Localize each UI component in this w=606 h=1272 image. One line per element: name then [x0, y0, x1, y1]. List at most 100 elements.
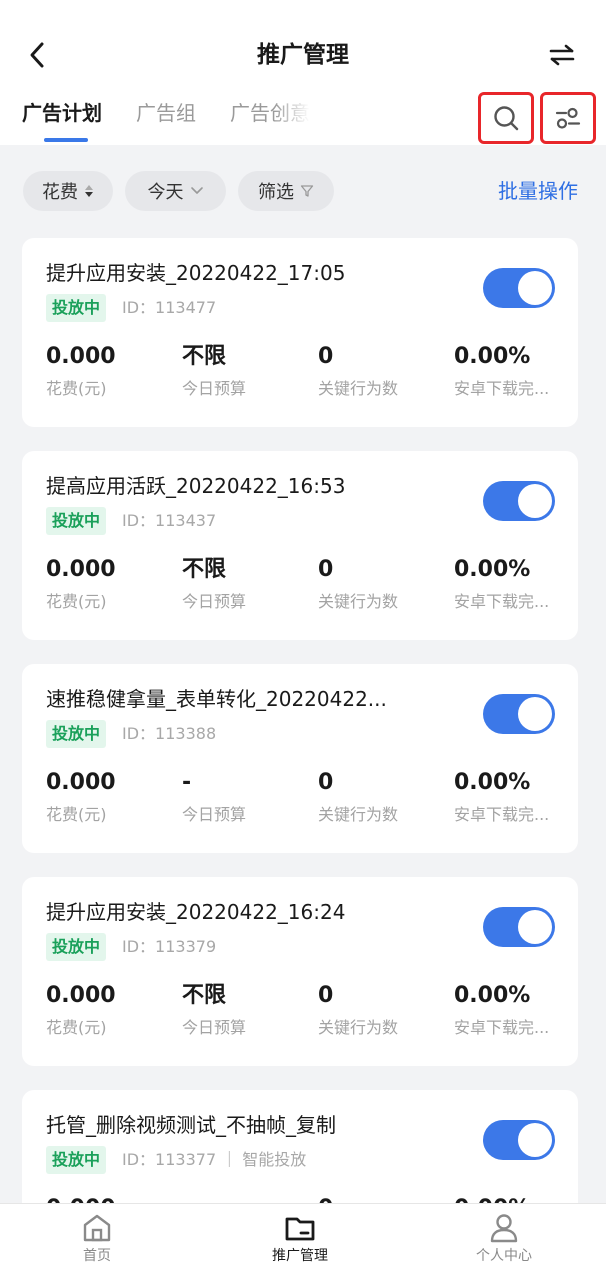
metric-value: 不限 — [182, 344, 227, 369]
toggle-knob — [518, 484, 552, 518]
toggle-knob — [518, 271, 552, 305]
tab-ad-creative[interactable]: 广告创意 — [230, 96, 310, 138]
campaign-toggle[interactable] — [483, 268, 555, 308]
home-icon — [83, 1214, 111, 1242]
back-arrow-icon — [30, 42, 44, 68]
search-icon — [494, 106, 519, 131]
filter-settings-button[interactable] — [540, 92, 596, 144]
campaign-id: ID：113477 — [122, 298, 217, 317]
campaign-id: ID：113379 — [122, 937, 217, 956]
metric-cost: 0.000 花费(元) — [46, 555, 116, 615]
filter-chip[interactable]: 筛选 — [238, 171, 334, 211]
metric-value: 0.000 — [46, 344, 116, 369]
campaign-toggle[interactable] — [483, 1120, 555, 1160]
nav-promotion-management[interactable]: 推广管理 — [240, 1210, 360, 1266]
metric-cost: 0.000 花费(元) — [46, 768, 116, 828]
metric-label: 今日预算 — [182, 1018, 247, 1037]
filter-label: 筛选 — [258, 182, 294, 203]
status-badge: 投放中 — [46, 720, 107, 748]
metric-value: 0.00% — [454, 983, 531, 1008]
metric-cost: 0.000 花费(元) — [46, 342, 116, 402]
sort-by-cost-chip[interactable]: 花费 — [23, 171, 113, 211]
switch-arrows-icon — [549, 44, 575, 66]
campaign-name: 托管_删除视频测试_不抽帧_复制 — [46, 1113, 336, 1137]
campaign-name: 提升应用安装_20220422_17:05 — [46, 261, 346, 285]
campaign-card[interactable]: 提高应用活跃_20220422_16:53 投放中 ID：113437 0.00… — [22, 451, 578, 640]
campaign-id: ID：113377 ｜ 智能投放 — [122, 1150, 307, 1169]
metric-value: 0.000 — [46, 770, 116, 795]
toggle-knob — [518, 1123, 552, 1157]
search-button[interactable] — [478, 92, 534, 144]
metric-label: 花费(元) — [46, 805, 107, 824]
status-badge: 投放中 — [46, 294, 107, 322]
folder-icon — [285, 1217, 315, 1241]
metric-value: 不限 — [182, 983, 227, 1008]
metric-download-rate: 0.00% 安卓下载完... — [454, 555, 549, 615]
switch-account-button[interactable] — [544, 38, 580, 72]
campaign-id: ID：113388 — [122, 724, 217, 743]
metric-label: 关键行为数 — [318, 592, 399, 611]
metric-key-actions: 0 关键行为数 — [318, 981, 398, 1041]
metric-label: 安卓下载完... — [454, 592, 550, 611]
campaign-id: ID：113437 — [122, 511, 217, 530]
tab-ad-plan[interactable]: 广告计划 — [22, 96, 102, 142]
nav-personal-label: 个人中心 — [476, 1248, 532, 1264]
metric-label: 安卓下载完... — [454, 379, 550, 398]
nav-promotion-label: 推广管理 — [272, 1248, 328, 1264]
campaign-toggle[interactable] — [483, 694, 555, 734]
metric-value: 0.000 — [46, 557, 116, 582]
campaign-toggle[interactable] — [483, 907, 555, 947]
campaign-card[interactable]: 速推稳健拿量_表单转化_20220422... 投放中 ID：113388 0.… — [22, 664, 578, 853]
back-button[interactable] — [22, 38, 52, 72]
status-badge: 投放中 — [46, 1146, 107, 1174]
nav-home[interactable]: 首页 — [37, 1210, 157, 1266]
metric-value: 0.00% — [454, 557, 531, 582]
metric-key-actions: 0 关键行为数 — [318, 342, 398, 402]
metric-key-actions: 0 关键行为数 — [318, 555, 398, 615]
campaign-card[interactable]: 提升应用安装_20220422_16:24 投放中 ID：113379 0.00… — [22, 877, 578, 1066]
metric-download-rate: 0.00% 安卓下载完... — [454, 768, 549, 828]
batch-operation-link[interactable]: 批量操作 — [498, 175, 578, 207]
metric-download-rate: 0.00% 安卓下载完... — [454, 342, 549, 402]
sort-by-cost-label: 花费 — [42, 182, 78, 203]
tab-bar: 广告计划 广告组 广告创意 — [22, 96, 310, 142]
campaign-toggle[interactable] — [483, 481, 555, 521]
top-bar: 推广管理 广告计划 广告组 广告创意 — [0, 0, 606, 145]
metric-label: 今日预算 — [182, 592, 247, 611]
chevron-down-icon — [190, 187, 203, 194]
status-badge: 投放中 — [46, 933, 107, 961]
metric-label: 关键行为数 — [318, 379, 399, 398]
metric-value: 0 — [318, 770, 334, 795]
metric-value: 0.00% — [454, 344, 531, 369]
metric-value: 0 — [318, 344, 334, 369]
sort-arrows-icon — [85, 185, 93, 197]
date-range-chip[interactable]: 今天 — [125, 171, 226, 211]
date-range-label: 今天 — [147, 182, 184, 203]
metric-value: 0 — [318, 557, 334, 582]
metric-label: 花费(元) — [46, 592, 107, 611]
metric-label: 关键行为数 — [318, 1018, 399, 1037]
metric-value: 不限 — [182, 557, 227, 582]
tab-ad-group[interactable]: 广告组 — [136, 96, 196, 138]
metric-budget: 不限 今日预算 — [182, 555, 246, 615]
metric-label: 花费(元) — [46, 1018, 107, 1037]
campaign-name: 提高应用活跃_20220422_16:53 — [46, 474, 346, 498]
metric-budget: 不限 今日预算 — [182, 342, 246, 402]
filter-bar: 花费 今天 筛选 批量操作 — [0, 145, 606, 235]
page-title: 推广管理 — [257, 42, 349, 68]
metric-label: 今日预算 — [182, 379, 247, 398]
filter-settings-icon — [555, 107, 581, 129]
metric-label: 今日预算 — [182, 805, 247, 824]
metric-label: 安卓下载完... — [454, 805, 550, 824]
toggle-knob — [518, 910, 552, 944]
campaign-card[interactable]: 提升应用安装_20220422_17:05 投放中 ID：113477 0.00… — [22, 238, 578, 427]
metric-value: 0 — [318, 983, 334, 1008]
campaign-name: 提升应用安装_20220422_16:24 — [46, 900, 346, 924]
metric-value: 0.000 — [46, 983, 116, 1008]
nav-personal-center[interactable]: 个人中心 — [444, 1210, 564, 1266]
bottom-navigation: 首页 推广管理 个人中心 — [0, 1203, 606, 1272]
metric-budget: 不限 今日预算 — [182, 981, 246, 1041]
campaign-name: 速推稳健拿量_表单转化_20220422... — [46, 687, 387, 711]
nav-home-label: 首页 — [83, 1248, 111, 1264]
toggle-knob — [518, 697, 552, 731]
